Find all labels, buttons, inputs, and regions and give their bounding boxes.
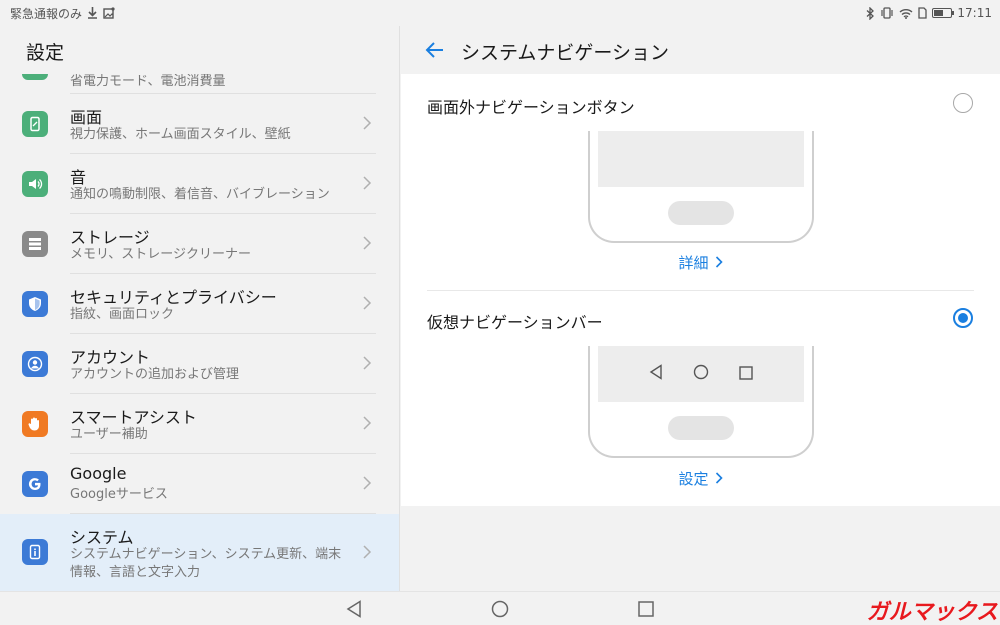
sim-icon (918, 7, 928, 19)
divider (427, 290, 974, 291)
virtual-navbar-illustration (588, 346, 814, 458)
battery-settings-icon (22, 74, 48, 80)
nav-home-button[interactable] (491, 600, 509, 618)
phone-screen-navbar (598, 346, 804, 402)
settings-item-subtitle: Googleサービス (70, 487, 168, 502)
settings-item-hand[interactable]: スマートアシスト ユーザー補助 (0, 394, 399, 454)
detail-header: システムナビゲーション (401, 26, 1000, 74)
settings-item-subtitle: システムナビゲーション、システム更新、端末情報、言語と文字入力 (70, 547, 342, 580)
home-button-shape (668, 416, 734, 440)
settings-item-subtitle: 通知の鳴動制限、着信音、バイブレーション (70, 187, 330, 202)
settings-item-subtitle: 指紋、画面ロック (70, 307, 175, 322)
system-navigation-bar: ガルマックス (0, 591, 1000, 625)
option-offscreen-buttons-label[interactable]: 画面外ナビゲーションボタン (427, 94, 635, 118)
home-button-shape (668, 201, 734, 225)
settings-item-title: スマートアシスト (70, 408, 197, 427)
settings-item-display[interactable]: 画面 視力保護、ホーム画面スタイル、壁紙 (0, 94, 399, 154)
account-icon (22, 351, 48, 377)
settings-item-speaker[interactable]: 音通知の鳴動制限、着信音、バイブレーション (0, 154, 399, 214)
settings-item-title: ストレージ (70, 228, 150, 247)
google-icon (22, 471, 48, 497)
speaker-icon (22, 171, 48, 197)
chevron-right-icon (362, 175, 372, 191)
settings-item-subtitle: ユーザー補助 (70, 427, 148, 442)
settings-item-title: 音 (70, 168, 87, 187)
list-item-peek[interactable]: 省電力モード、電池消費量 (0, 74, 399, 94)
battery-icon (932, 8, 955, 18)
option-virtual-navbar-label[interactable]: 仮想ナビゲーションバー (427, 309, 603, 333)
back-arrow-icon[interactable] (423, 38, 447, 62)
bluetooth-icon (866, 6, 875, 20)
option-offscreen-buttons-radio[interactable] (953, 93, 973, 113)
settings-item-title: システム (70, 528, 134, 547)
vibrate-icon (880, 7, 894, 19)
hand-icon (22, 411, 48, 437)
shield-icon (22, 291, 48, 317)
settings-item-title: アカウント (70, 348, 151, 367)
chevron-right-icon (362, 295, 372, 311)
chevron-right-icon (362, 235, 372, 251)
settings-item-google[interactable]: Google Googleサービス (0, 454, 399, 514)
status-bar: 緊急通報のみ 17:11 (0, 0, 1000, 26)
settings-item-title: セキュリティとプライバシー (70, 288, 277, 307)
chevron-right-icon (362, 544, 372, 560)
info-icon (22, 539, 48, 565)
settings-item-subtitle: 視力保護、ホーム画面スタイル、壁紙 (70, 127, 291, 142)
display-icon (22, 111, 48, 137)
chevron-right-icon (362, 355, 372, 371)
settings-item-info[interactable]: システム システムナビゲーション、システム更新、端末情報、言語と文字入力 (0, 514, 399, 591)
wifi-icon (899, 8, 913, 19)
detail-panel: システムナビゲーション 画面外ナビゲーションボタン 詳細 仮想ナビゲーションバー… (401, 26, 1000, 591)
settings-item-title: Google (70, 464, 127, 483)
details-link-label: 詳細 (678, 254, 709, 272)
settings-link-label: 設定 (678, 470, 709, 488)
nav-back-button[interactable] (345, 600, 363, 618)
chevron-right-icon (362, 415, 372, 431)
settings-list[interactable]: 省電力モード、電池消費量 画面 視力保護、ホーム画面スタイル、壁紙音通知の鳴動制限… (0, 74, 399, 591)
settings-item-account[interactable]: アカウント アカウントの追加および管理 (0, 334, 399, 394)
chevron-right-icon (362, 475, 372, 491)
settings-item-subtitle: アカウントの追加および管理 (70, 367, 240, 382)
status-time: 17:11 (957, 6, 992, 20)
settings-item-subtitle: メモリ、ストレージクリーナー (70, 247, 251, 262)
details-link[interactable]: 詳細 (401, 252, 1000, 273)
settings-item-storage[interactable]: ストレージ メモリ、ストレージクリーナー (0, 214, 399, 274)
page-title: システムナビゲーション (461, 42, 670, 64)
nav-recents-icon (739, 365, 753, 384)
navigation-options-card: 画面外ナビゲーションボタン 詳細 仮想ナビゲーションバー 設定 (401, 74, 1000, 506)
nav-recents-button[interactable] (637, 600, 655, 618)
notification-image-icon (103, 7, 115, 19)
storage-icon (22, 231, 48, 257)
chevron-right-icon (362, 115, 372, 131)
settings-title: 設定 (26, 42, 65, 64)
settings-panel: 設定 省電力モード、電池消費量 画面 視力保護、ホーム画面スタイル、壁紙音通知の鳴… (0, 26, 400, 591)
download-icon (87, 7, 98, 19)
offscreen-buttons-illustration (588, 131, 814, 243)
settings-link[interactable]: 設定 (401, 468, 1000, 489)
chevron-right-icon (715, 254, 723, 272)
option-virtual-navbar-radio[interactable] (953, 308, 973, 328)
nav-back-icon (649, 364, 663, 384)
settings-item-title: 画面 (70, 108, 103, 127)
settings-item-shield[interactable]: セキュリティとプライバシー 指紋、画面ロック (0, 274, 399, 334)
chevron-right-icon (715, 470, 723, 488)
phone-screen (598, 131, 804, 187)
watermark-logo: ガルマックス (866, 600, 998, 625)
peek-subtitle: 省電力モード、電池消費量 (70, 74, 226, 89)
nav-home-icon (693, 364, 709, 384)
status-text: 緊急通報のみ (10, 6, 83, 21)
